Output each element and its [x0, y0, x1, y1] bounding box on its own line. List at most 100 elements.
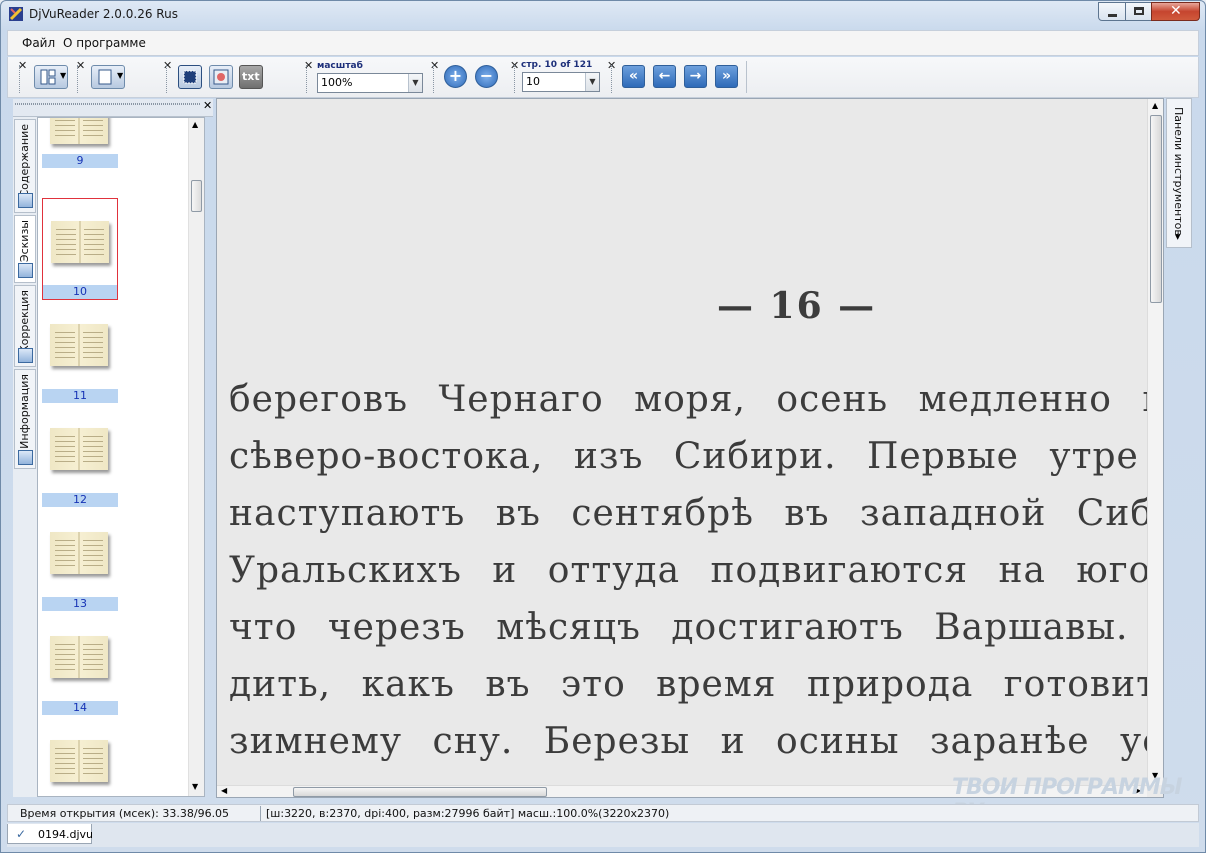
- thumbnail-text-line: [83, 436, 103, 437]
- text-line: дить, какъ въ это время природа готовитс…: [229, 664, 1147, 705]
- menu-file[interactable]: Файл: [22, 36, 55, 50]
- text-line: наступаютъ въ сентябрѣ въ западной Сибир…: [229, 493, 1147, 534]
- zoom-combo[interactable]: 100% ▼: [317, 73, 423, 93]
- thumbnail-text-line: [55, 768, 75, 769]
- thumbnail-text-line: [55, 352, 75, 353]
- sidebar-close-icon[interactable]: ✕: [203, 99, 212, 112]
- thumbnail-text-line: [55, 669, 75, 670]
- thumbnail-text-line: [55, 654, 75, 655]
- thumbnail-text-line: [84, 239, 104, 240]
- minimize-button[interactable]: [1098, 2, 1126, 21]
- select-area-button[interactable]: [178, 65, 202, 89]
- scroll-up-icon[interactable]: ▲: [1152, 101, 1158, 110]
- thumbnail-text-line: [83, 565, 103, 566]
- page-mode-button[interactable]: ▼: [91, 65, 125, 89]
- page-combo[interactable]: 10 ▼: [522, 72, 600, 92]
- view-mode-button[interactable]: ▼: [34, 65, 68, 89]
- scroll-thumb[interactable]: [293, 787, 547, 797]
- scroll-up-icon[interactable]: ▲: [192, 120, 198, 129]
- toolbar-grip[interactable]: [166, 65, 168, 93]
- thumbnail-text-line: [55, 644, 75, 645]
- tab-thumbnails[interactable]: Эскизы: [14, 215, 36, 283]
- toolbar-grip[interactable]: [306, 65, 308, 93]
- thumbnail-number: 14: [42, 701, 118, 715]
- sidebar-grip[interactable]: [15, 103, 200, 105]
- toolbar-grip[interactable]: [433, 65, 435, 93]
- chevron-down-icon[interactable]: ▼: [408, 74, 422, 92]
- close-icon: ✕: [1170, 3, 1182, 19]
- menu-about[interactable]: О программе: [63, 36, 146, 50]
- scroll-left-icon[interactable]: ◀: [221, 786, 227, 795]
- thumbnail-text-line: [84, 249, 104, 250]
- toolbar-grip[interactable]: [611, 65, 613, 93]
- thumbnail-text-line: [83, 451, 103, 452]
- first-page-button[interactable]: «: [622, 65, 645, 88]
- prev-page-button[interactable]: ←: [653, 65, 676, 88]
- thumbnail-text-line: [55, 135, 75, 136]
- close-button[interactable]: ✕: [1151, 2, 1200, 21]
- thumbnail-number: 12: [42, 493, 118, 507]
- document-tab[interactable]: ✓ 0194.djvu: [7, 824, 93, 844]
- tools-panel-tab[interactable]: Панели инструментов ▼: [1166, 98, 1192, 248]
- next-page-button[interactable]: →: [684, 65, 707, 88]
- thumbnail-text-line: [56, 244, 76, 245]
- toolbar-grip[interactable]: [19, 65, 21, 93]
- minimize-icon: [1108, 14, 1117, 17]
- thumbnail-page-15[interactable]: [42, 718, 118, 796]
- scroll-thumb[interactable]: [191, 180, 202, 212]
- thumbnail-image: [50, 532, 108, 574]
- thumbnail-text-line: [83, 357, 103, 358]
- thumbnail-page-12[interactable]: 12: [42, 406, 118, 507]
- scroll-down-icon[interactable]: ▼: [192, 782, 198, 791]
- status-divider: [260, 806, 261, 821]
- thumbnail-scrollbar[interactable]: ▲ ▼: [188, 118, 204, 796]
- thumbnail-image: [50, 636, 108, 678]
- thumbnail-text-line: [55, 342, 75, 343]
- thumbnail-text-line: [55, 446, 75, 447]
- thumbnail-text-line: [55, 763, 75, 764]
- thumbnail-text-line: [55, 357, 75, 358]
- thumbnail-text-line: [83, 130, 103, 131]
- thumbnail-text-line: [55, 649, 75, 650]
- thumbnail-page-13[interactable]: 13: [42, 510, 118, 611]
- thumbnail-page-9[interactable]: 9: [42, 118, 118, 190]
- layout-icon: [40, 69, 56, 85]
- thumbnail-text-line: [55, 456, 75, 457]
- thumbnail-number: 10: [43, 285, 117, 299]
- thumbnail-page-14[interactable]: 14: [42, 614, 118, 715]
- document-view[interactable]: — 16 — береговъ Чернаго моря, осень медл…: [216, 98, 1164, 798]
- page-canvas: — 16 — береговъ Чернаго моря, осень медл…: [217, 99, 1147, 785]
- toolbar-grip[interactable]: [514, 65, 516, 93]
- document-vertical-scrollbar[interactable]: ▲ ▼: [1147, 99, 1163, 785]
- open-time-status: Время открытия (мсек): 33.38/96.05: [20, 807, 230, 820]
- select-image-button[interactable]: [209, 65, 233, 89]
- thumbnail-text-line: [83, 540, 103, 541]
- last-page-button[interactable]: »: [715, 65, 738, 88]
- scroll-thumb[interactable]: [1150, 115, 1162, 303]
- image-info-status: [ш:3220, в:2370, dpi:400, разм:27996 бай…: [266, 807, 670, 820]
- thumbnail-page-10[interactable]: 10: [42, 198, 118, 300]
- text-label: txt: [242, 70, 260, 83]
- zoom-value: 100%: [321, 76, 353, 89]
- thumbnail-text-line: [83, 120, 103, 121]
- thumbnail-text-line: [83, 644, 103, 645]
- zoom-in-button[interactable]: +: [444, 65, 467, 88]
- tab-contents[interactable]: Содержание: [14, 119, 36, 213]
- chevron-down-icon[interactable]: ▼: [585, 73, 599, 91]
- thumbnail-text-line: [55, 337, 75, 338]
- thumbnail-text-line: [83, 763, 103, 764]
- zoom-out-button[interactable]: −: [475, 65, 498, 88]
- thumbnail-text-line: [83, 441, 103, 442]
- select-text-button[interactable]: txt: [239, 65, 263, 89]
- maximize-button[interactable]: [1125, 2, 1152, 21]
- plus-icon: +: [448, 66, 463, 85]
- toolbar-grip[interactable]: [77, 65, 79, 93]
- thumbnail-text-line: [83, 748, 103, 749]
- chevron-down-icon: ▼: [1175, 233, 1181, 241]
- tab-correction[interactable]: Коррекция: [14, 285, 36, 367]
- thumbnail-text-line: [83, 342, 103, 343]
- thumbnail-text-line: [83, 135, 103, 136]
- thumbnail-image: [50, 324, 108, 366]
- tab-info[interactable]: Информация: [14, 369, 36, 469]
- thumbnail-page-11[interactable]: 11: [42, 302, 118, 403]
